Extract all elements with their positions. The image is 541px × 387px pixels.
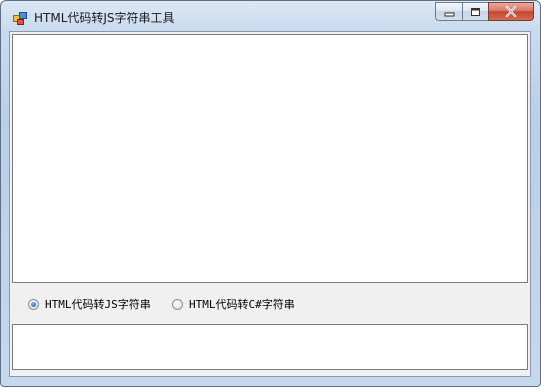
radio-html-to-js[interactable]: HTML代码转JS字符串 <box>28 296 151 312</box>
close-icon <box>505 2 517 21</box>
radio-html-to-csharp[interactable]: HTML代码转C#字符串 <box>172 296 295 312</box>
maximize-button[interactable] <box>462 2 488 21</box>
caption-buttons <box>435 2 534 22</box>
radio-label-csharp[interactable]: HTML代码转C#字符串 <box>189 296 295 312</box>
close-button[interactable] <box>488 2 534 21</box>
conversion-options: HTML代码转JS字符串 HTML代码转C#字符串 <box>10 284 530 324</box>
radio-label-js[interactable]: HTML代码转JS字符串 <box>45 296 151 312</box>
output-textarea[interactable] <box>12 324 528 370</box>
app-window: HTML代码转JS字符串工具 HTML代码转JS字符串 HTML代码转C#字符串 <box>0 0 541 387</box>
radio-button-csharp[interactable] <box>172 298 183 310</box>
html-input-textarea[interactable] <box>12 34 528 283</box>
radio-button-js[interactable] <box>28 298 39 310</box>
client-area: HTML代码转JS字符串 HTML代码转C#字符串 <box>9 31 531 377</box>
app-icon[interactable] <box>13 10 27 25</box>
title-bar[interactable]: HTML代码转JS字符串工具 <box>1 1 540 31</box>
minimize-icon <box>444 2 455 21</box>
window-title: HTML代码转JS字符串工具 <box>34 11 175 25</box>
maximize-icon <box>470 2 481 21</box>
minimize-button[interactable] <box>435 2 462 21</box>
